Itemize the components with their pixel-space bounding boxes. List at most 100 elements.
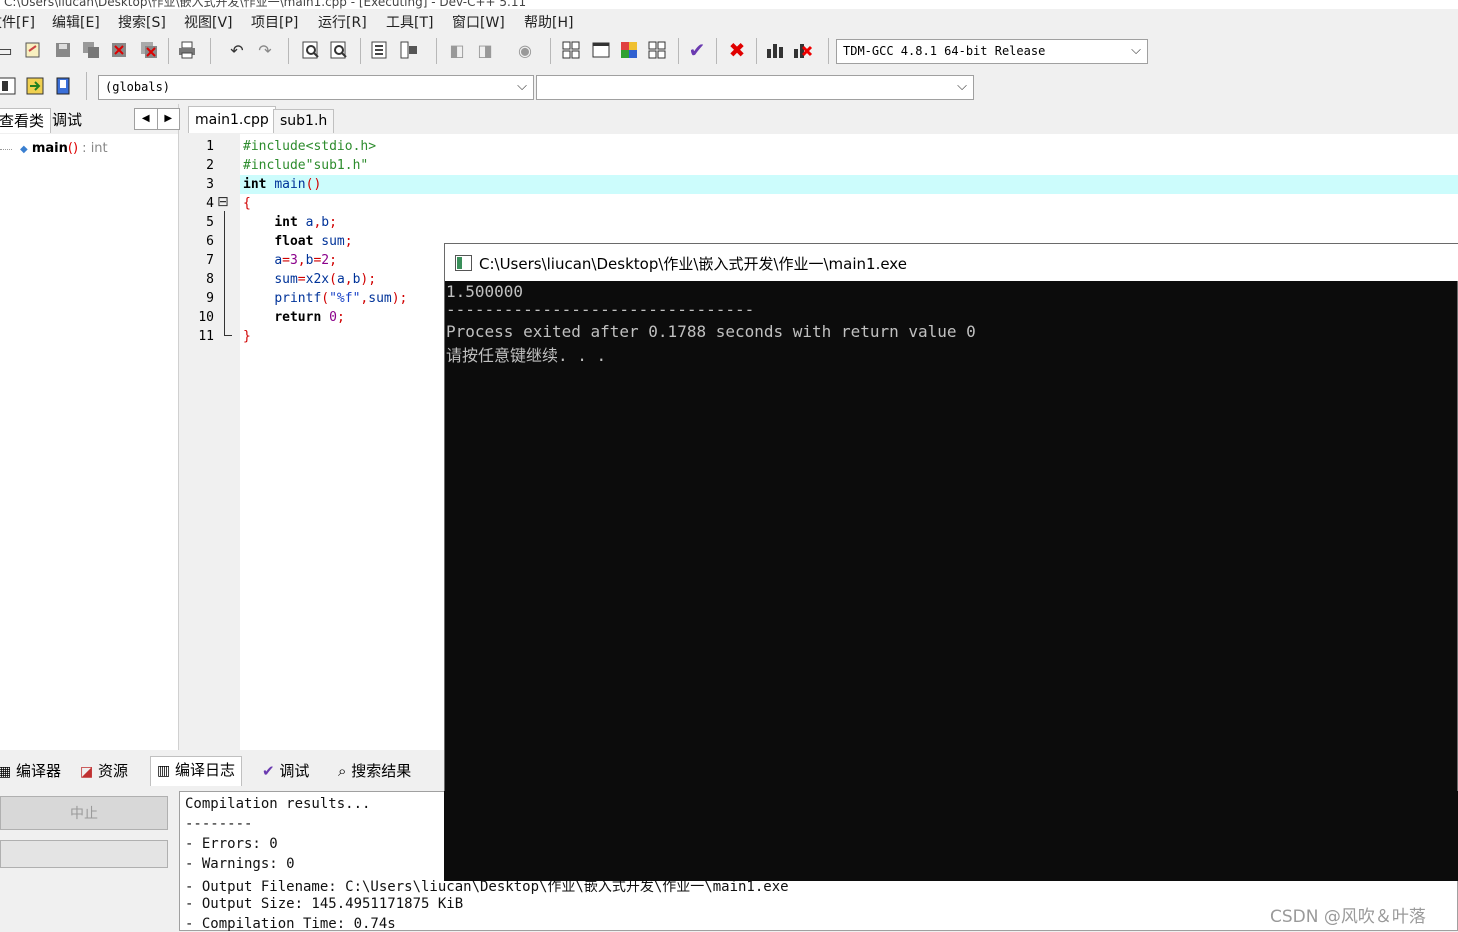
compile-icon[interactable]: [618, 38, 640, 62]
toolbar-separator: [828, 38, 829, 64]
tab-compiler-label: 编译器: [16, 762, 62, 780]
toolbar-separator: [288, 38, 289, 64]
chart-icon[interactable]: [764, 38, 786, 62]
print-icon[interactable]: [176, 38, 198, 62]
tree-item-main[interactable]: ◆ main() : int: [20, 141, 108, 156]
menu-file[interactable]: 文件[F]: [0, 12, 35, 32]
line-number: 11: [198, 329, 214, 344]
debug-icon[interactable]: [792, 38, 814, 62]
line-number: 2: [206, 158, 214, 173]
code-line: a=3,b=2;: [274, 253, 337, 268]
goto-line-icon[interactable]: [398, 38, 420, 62]
abort-button[interactable]: 中止: [0, 796, 168, 830]
tree-connector: [0, 149, 12, 150]
goto-icon[interactable]: [24, 74, 46, 98]
chevron-down-icon: ⌵: [957, 79, 967, 94]
scroll-left-icon[interactable]: ◀: [135, 109, 158, 129]
line-number: 4: [206, 196, 214, 211]
tab-search-results[interactable]: ⌕ 搜索结果: [338, 760, 411, 781]
find-icon[interactable]: [300, 38, 322, 62]
line-number: 5: [206, 215, 214, 230]
new-file-icon[interactable]: ▭: [0, 38, 16, 62]
undo-icon[interactable]: ↶: [226, 38, 248, 62]
console-app-icon: [455, 255, 472, 271]
line-number: 9: [206, 291, 214, 306]
tab-compile-log[interactable]: ▥ 编译日志: [150, 756, 243, 786]
toolbar-separator: [168, 38, 169, 64]
scroll-right-icon[interactable]: ▶: [158, 109, 180, 129]
menu-run[interactable]: 运行[R]: [318, 12, 367, 32]
redo-icon[interactable]: ↷: [254, 38, 276, 62]
close-file-icon[interactable]: [108, 38, 130, 62]
menu-project[interactable]: 项目[P]: [251, 12, 298, 32]
save-icon[interactable]: [52, 38, 74, 62]
function-icon: ◆: [20, 144, 28, 155]
toggle-icon[interactable]: ◉: [514, 38, 536, 62]
tab-resources[interactable]: ◪ 资源: [80, 760, 128, 781]
console-line: 1.500000: [446, 282, 524, 301]
line-number: 1: [206, 139, 214, 154]
log-line: - Output Size: 145.4951171875 KiB: [185, 896, 464, 912]
scope-select[interactable]: (globals) ⌵: [98, 75, 534, 100]
save-all-icon[interactable]: [80, 38, 102, 62]
log-line: --------: [185, 816, 253, 832]
line-number: 10: [198, 310, 214, 325]
fold-line-end: [224, 335, 232, 336]
menu-window[interactable]: 窗口[W]: [452, 12, 505, 32]
tab-debug[interactable]: 调试: [46, 108, 88, 132]
tab-sub1-h[interactable]: sub1.h: [273, 109, 335, 133]
window-icon[interactable]: [590, 38, 612, 62]
code-line: int main(): [243, 177, 322, 192]
function-select[interactable]: ⌵: [536, 75, 974, 100]
console-title: C:\Users\liucan\Desktop\作业\嵌入式开发\作业一\mai…: [479, 255, 907, 273]
menu-help[interactable]: 帮助[H]: [524, 12, 573, 32]
toolbar-separator: [86, 72, 87, 100]
tab-compile-log-label: 编译日志: [175, 761, 236, 779]
menu-search[interactable]: 搜索[S]: [118, 12, 166, 32]
check-syntax-icon[interactable]: ✔: [686, 38, 708, 62]
new-project-icon[interactable]: [560, 38, 582, 62]
prev-icon[interactable]: ◧: [446, 38, 468, 62]
next-icon[interactable]: ◨: [474, 38, 496, 62]
resources-icon: ◪: [80, 764, 94, 780]
menu-edit[interactable]: 编辑[E]: [52, 12, 100, 32]
menu-tools[interactable]: 工具[T]: [386, 12, 433, 32]
tab-scroll-buttons: ◀ ▶: [134, 108, 180, 130]
stop-icon[interactable]: ✖: [726, 38, 748, 62]
window-title: C:\Users\liucan\Desktop\作业\嵌入式开发\作业一\mai…: [4, 0, 527, 9]
chevron-down-icon: ⌵: [1131, 43, 1141, 58]
code-line: #include"sub1.h": [243, 158, 369, 173]
tab-main1-cpp[interactable]: main1.cpp: [188, 106, 276, 133]
toolbar-separator: [436, 38, 437, 64]
window-title-bar: C:\Users\liucan\Desktop\作业\嵌入式开发\作业一\mai…: [0, 0, 1458, 9]
toolbar-separator: [360, 38, 361, 64]
fold-marker-icon[interactable]: ⊟: [217, 195, 229, 209]
console-window-overlap: [444, 791, 1458, 881]
log-line: Compilation results...: [185, 796, 371, 812]
line-number: 8: [206, 272, 214, 287]
run-icon[interactable]: [646, 38, 668, 62]
open-file-icon[interactable]: [22, 38, 44, 62]
bookmark-icon[interactable]: [52, 74, 74, 98]
toolbar-separator: [678, 38, 679, 64]
menu-view[interactable]: 视图[V]: [184, 12, 233, 32]
replace-icon[interactable]: [328, 38, 350, 62]
tree-item-type: int: [90, 141, 108, 156]
compiler-select[interactable]: TDM-GCC 4.8.1 64-bit Release ⌵: [836, 39, 1148, 64]
tab-class-browser[interactable]: 查看类: [0, 108, 52, 133]
search-icon: ⌕: [338, 762, 347, 780]
indent-icon[interactable]: [368, 38, 390, 62]
tab-compiler[interactable]: ▦ 编译器: [0, 760, 61, 781]
code-line: }: [243, 329, 251, 344]
tab-resources-label: 资源: [98, 762, 129, 780]
chevron-down-icon: ⌵: [517, 79, 527, 94]
code-line: #include<stdio.h>: [243, 139, 377, 154]
class-browser-icon[interactable]: [0, 74, 18, 98]
scope-select-value: (globals): [105, 80, 171, 94]
close-all-icon[interactable]: [138, 38, 160, 62]
code-line: printf("%f",sum);: [274, 291, 408, 306]
tab-debug-bottom[interactable]: ✔ 调试: [262, 760, 309, 781]
check-icon: ✔: [262, 762, 275, 780]
log-line: - Warnings: 0: [185, 856, 295, 872]
progress-field: [0, 840, 168, 868]
